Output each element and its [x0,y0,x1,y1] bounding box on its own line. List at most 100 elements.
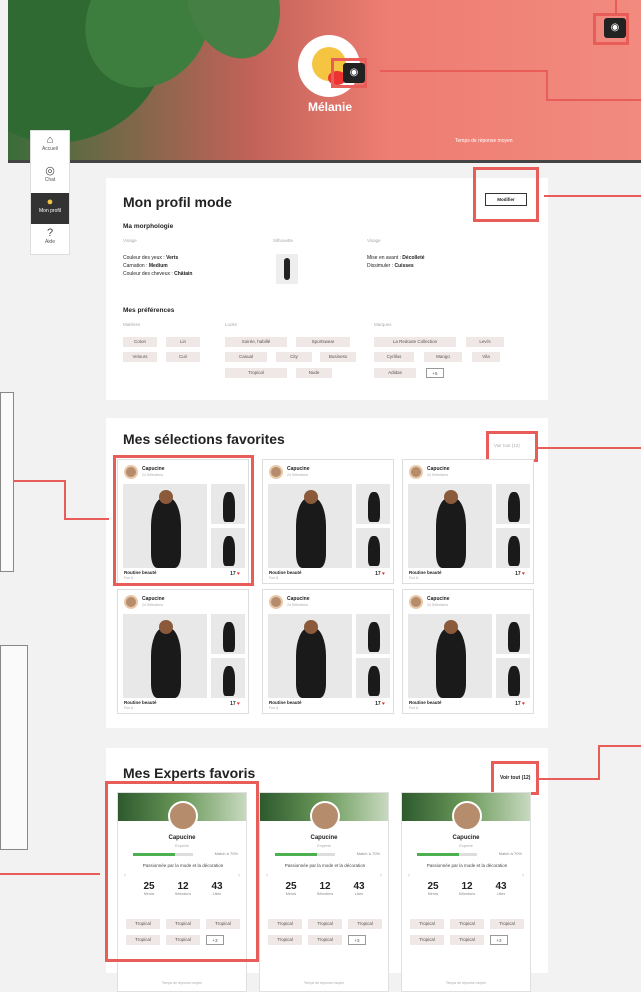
material-chip[interactable]: Coton [123,337,157,347]
sidebar-item-mon-profil[interactable]: ● Mon profil [31,193,69,224]
morpho-title: Ma morphologie [123,223,174,230]
chevron-right-icon[interactable]: › [380,873,382,879]
expert-tag-chip[interactable]: Tropical [308,935,342,945]
like-count[interactable]: 17 ♥ [230,701,240,707]
camera-icon[interactable]: ◉ [343,63,365,83]
like-count[interactable]: 17 ♥ [515,701,525,707]
selection-card[interactable]: Capucine 24 Sélections Routine beauté Fun &… [262,589,394,714]
selection-main-image [408,484,492,568]
brand-chip[interactable]: Levi's [466,337,504,347]
expert-description: Passionnée par la mode et la décoration [284,863,366,868]
heart-icon[interactable]: ♥ [237,701,240,707]
heart-icon[interactable]: ♥ [522,571,525,577]
look-chip[interactable]: Casual [225,352,267,362]
selection-thumb-image [496,528,530,568]
see-all-link[interactable]: Voir tout (12) [500,775,530,781]
sidebar-item-label: Accueil [41,146,59,152]
brand-chip[interactable]: Cyrillus [374,352,414,362]
expert-name: Capucine [452,835,480,841]
avatar [269,465,283,479]
look-chip[interactable]: Sportswear [296,337,350,347]
heart-icon[interactable]: ♥ [522,701,525,707]
help-icon: ? [46,227,54,239]
expert-tag-chip[interactable]: +3 [348,935,366,945]
sidebar-item-aide[interactable]: ? Aide [31,224,69,255]
expert-tag-chip[interactable]: +3 [490,935,508,945]
match-percent: Match à 70% [498,851,522,856]
expert-description: Passionnée par la mode et la décoration [426,863,508,868]
camera-icon[interactable]: ◉ [604,18,626,38]
selection-count: 24 Sélections [427,603,449,607]
heart-icon[interactable]: ♥ [382,701,385,707]
selection-card[interactable]: Capucine 24 Sélections Routine beauté Fun &… [117,589,249,714]
selection-thumb-image [496,658,530,698]
sidebar-item-label: Aide [44,239,55,245]
like-count[interactable]: 17 ♥ [375,571,385,577]
expert-tag-chip[interactable]: Tropical [450,935,484,945]
selection-thumb-image [356,484,390,524]
expert-tag-chip[interactable]: Tropical [450,919,484,929]
selection-main-image [408,614,492,698]
selection-title: Routine beauté [409,700,442,705]
stat-mercis: 25 Mercis [427,881,439,896]
stat-likes: 43 Likes [495,881,507,896]
avatar [269,595,283,609]
selection-subtitle: Fun & [124,706,134,710]
selection-title: Routine beauté [269,570,302,575]
brand-chip[interactable]: Mango [424,352,462,362]
avatar [409,465,423,479]
section-title: Mes sélections favorites [123,431,285,447]
look-chip[interactable]: Nude [296,368,332,378]
see-all-link[interactable]: Voir tout (12) [494,443,520,448]
sidebar-item-label: Mon profil [39,208,61,214]
chat-icon: ◎ [45,165,55,177]
chevron-right-icon[interactable]: › [522,873,524,879]
selection-card[interactable]: Capucine 24 Sélections Routine beauté Fun &… [402,459,534,584]
material-chip[interactable]: Cuir [166,352,200,362]
user-name: Mélanie [307,100,352,114]
avatar [310,801,340,831]
expert-tag-chip[interactable]: Tropical [490,919,524,929]
look-chip[interactable]: City [276,352,312,362]
expert-role: Experte [317,843,331,848]
response-time: Temps de réponse moyen [455,138,513,144]
look-chip[interactable]: Tropical [225,368,287,378]
more-brands-chip[interactable]: +5 [426,368,444,378]
brand-chip[interactable]: Vila [472,352,500,362]
look-chip[interactable]: Business [320,352,356,362]
sidebar-item-chat[interactable]: ◎ Chat [31,162,69,193]
creator-name: Capucine [287,466,310,472]
sidebar-item-accueil[interactable]: ⌂ Accueil [31,131,69,162]
chevron-left-icon[interactable]: ‹ [266,873,268,879]
stat-selections: 12 Sélections [458,881,476,896]
expert-tag-chip[interactable]: Tropical [410,935,444,945]
selection-count: 24 Sélections [287,603,309,607]
heart-icon[interactable]: ♥ [382,571,385,577]
expert-tag-chip[interactable]: Tropical [268,935,302,945]
selection-main-image [123,614,207,698]
expert-card[interactable]: Capucine Experte Match à 70% ‹ › Passionnée p… [401,792,531,992]
look-chip[interactable]: Soirée, habillé [225,337,287,347]
material-chip[interactable]: Lin [166,337,200,347]
selection-title: Routine beauté [409,570,442,575]
like-count[interactable]: 17 ♥ [515,571,525,577]
expert-tag-chip[interactable]: Tropical [268,919,302,929]
expert-tag-chip[interactable]: Tropical [348,919,382,929]
brand-chip[interactable]: Adidas [374,368,416,378]
selection-count: 24 Sélections [287,473,309,477]
material-chip[interactable]: Velours [123,352,157,362]
expert-tag-chip[interactable]: Tropical [308,919,342,929]
brand-chip[interactable]: La Redoute Collection [374,337,456,347]
response-time: Temps de réponse moyen [303,981,345,985]
expert-card[interactable]: Capucine Experte Match à 70% ‹ › Passionnée p… [259,792,389,992]
selection-card[interactable]: Capucine 24 Sélections Routine beauté Fun &… [262,459,394,584]
selection-card[interactable]: Capucine 24 Sélections Routine beauté Fun &… [402,589,534,714]
creator-name: Capucine [142,596,165,602]
expert-tag-chip[interactable]: Tropical [410,919,444,929]
like-count[interactable]: 17 ♥ [375,701,385,707]
edit-button[interactable]: Modifier [485,193,527,206]
selection-thumb-image [356,528,390,568]
response-time: Temps de réponse moyen [161,981,203,985]
chevron-left-icon[interactable]: ‹ [408,873,410,879]
creator-name: Capucine [427,596,450,602]
